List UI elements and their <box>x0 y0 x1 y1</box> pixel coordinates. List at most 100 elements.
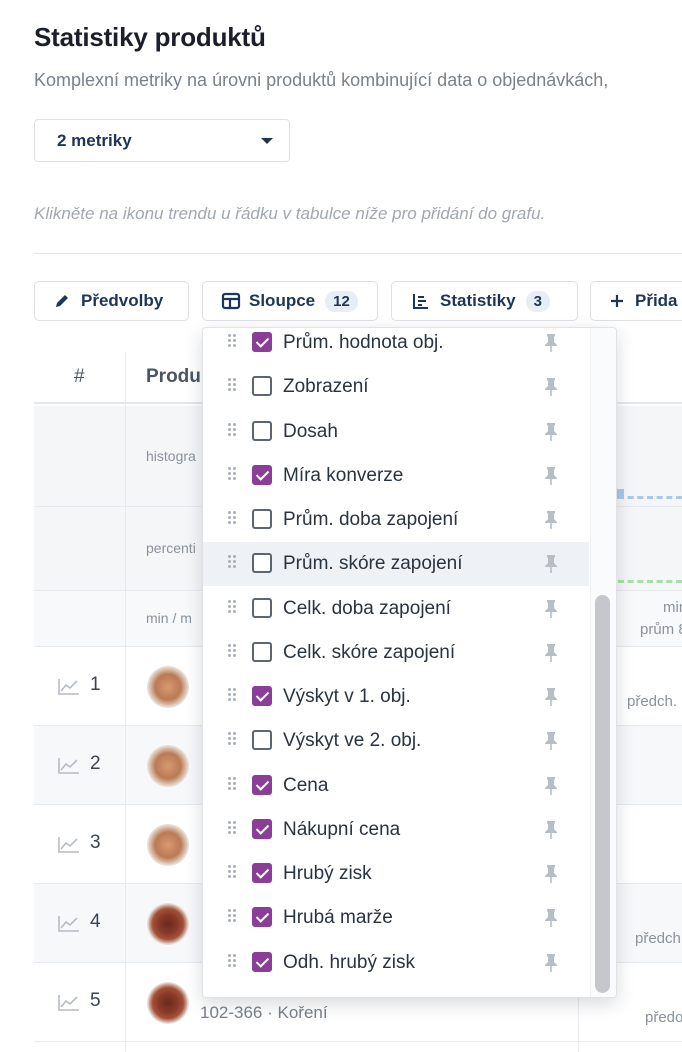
page-subtitle: Komplexní metriky na úrovni produktů kom… <box>34 70 609 90</box>
stat-right-text: prům 8 <box>640 621 682 638</box>
pin-icon[interactable] <box>543 687 559 707</box>
bar-chart-icon <box>413 294 428 309</box>
column-checkbox[interactable] <box>252 420 272 441</box>
column-option[interactable]: Dosah <box>203 410 589 454</box>
column-option[interactable]: Výskyt v 1. obj. <box>203 675 589 719</box>
trend-icon[interactable] <box>58 993 80 1011</box>
column-option[interactable]: Hrubá marže <box>203 896 589 940</box>
column-checkbox[interactable] <box>252 641 272 662</box>
pin-icon[interactable] <box>543 554 559 574</box>
drag-handle-icon[interactable] <box>228 643 238 660</box>
plus-icon <box>611 295 623 307</box>
pin-icon[interactable] <box>543 776 559 796</box>
drag-handle-icon[interactable] <box>228 466 238 483</box>
pin-icon[interactable] <box>543 908 559 928</box>
column-option-label: Výskyt ve 2. obj. <box>283 730 422 752</box>
drag-handle-icon[interactable] <box>228 776 238 793</box>
row-number: 1 <box>90 674 101 695</box>
column-checkbox[interactable] <box>252 774 272 795</box>
column-checkbox[interactable] <box>252 863 272 883</box>
columns-label: Sloupce <box>249 291 316 310</box>
pin-icon[interactable] <box>543 599 559 619</box>
column-divider <box>125 352 126 1052</box>
column-option-label: Hrubý zisk <box>283 863 372 884</box>
drag-handle-icon[interactable] <box>228 511 238 527</box>
columns-button[interactable]: Sloupce 12 <box>202 281 378 321</box>
column-option-label: Cena <box>283 774 329 796</box>
drag-handle-icon[interactable] <box>228 820 238 837</box>
product-thumbnail <box>148 825 188 865</box>
histogram-mean-line <box>618 496 682 499</box>
presets-button[interactable]: Předvolby <box>34 281 189 321</box>
column-checkbox[interactable] <box>252 730 272 751</box>
column-header-number: # <box>74 366 85 387</box>
column-option-label: Nákupní cena <box>283 818 401 840</box>
column-checkbox[interactable] <box>252 376 272 397</box>
product-thumbnail <box>148 904 188 944</box>
scrollbar-thumb[interactable] <box>595 595 610 993</box>
pencil-icon <box>56 295 68 307</box>
drag-handle-icon[interactable] <box>228 599 238 616</box>
column-option[interactable]: Prům. skóre zapojení <box>203 542 589 587</box>
pin-icon[interactable] <box>543 731 559 751</box>
drag-handle-icon[interactable] <box>228 688 238 704</box>
drag-handle-icon[interactable] <box>228 422 238 439</box>
column-option[interactable]: Prům. doba zapojení <box>203 498 589 542</box>
column-checkbox[interactable] <box>252 818 272 839</box>
page-title: Statistiky produktů <box>34 22 266 52</box>
trend-icon[interactable] <box>58 835 80 853</box>
drag-handle-icon[interactable] <box>228 732 238 748</box>
pin-icon[interactable] <box>543 820 559 840</box>
column-option[interactable]: Nákupní cena <box>203 808 589 852</box>
column-option[interactable]: Cena <box>203 764 589 808</box>
trend-icon[interactable] <box>58 677 80 695</box>
column-checkbox[interactable] <box>252 509 272 529</box>
column-option[interactable]: Zobrazení <box>203 365 589 409</box>
drag-handle-icon[interactable] <box>228 555 238 571</box>
columns-icon <box>221 292 241 310</box>
columns-count-badge: 12 <box>325 290 358 312</box>
row-number: 4 <box>90 911 101 932</box>
column-option-label: Celk. skóre zapojení <box>283 641 456 663</box>
pin-icon[interactable] <box>543 643 559 663</box>
pin-icon[interactable] <box>543 864 559 884</box>
pin-icon[interactable] <box>543 377 559 397</box>
trend-icon[interactable] <box>58 756 80 774</box>
column-checkbox[interactable] <box>252 553 272 574</box>
column-checkbox[interactable] <box>252 686 272 706</box>
column-option[interactable]: Celk. skóre zapojení <box>203 631 589 675</box>
pin-icon[interactable] <box>543 333 559 353</box>
column-checkbox[interactable] <box>252 597 272 618</box>
columns-dropdown: Odh. hrubý zisk Hrubá marže Hrubý zisk Náku… <box>202 327 617 998</box>
column-option-label: Celk. doba zapojení <box>283 597 451 619</box>
pin-icon[interactable] <box>543 953 559 973</box>
pin-icon[interactable] <box>543 510 559 530</box>
column-option-label: Odh. hrubý zisk <box>283 951 415 973</box>
column-option[interactable]: Hrubý zisk <box>203 852 589 896</box>
metrics-select[interactable]: 2 metriky <box>34 119 290 162</box>
pin-icon[interactable] <box>543 466 559 486</box>
column-checkbox[interactable] <box>252 332 272 352</box>
metrics-select-value: 2 metriky <box>57 131 132 150</box>
add-button[interactable]: Přida <box>590 281 682 321</box>
column-option[interactable]: Prům. hodnota obj. <box>203 328 589 365</box>
column-checkbox[interactable] <box>252 951 272 972</box>
statistics-count-badge: 3 <box>525 290 550 312</box>
column-option[interactable]: Celk. doba zapojení <box>203 587 589 631</box>
trend-icon[interactable] <box>58 914 80 932</box>
row-number: 2 <box>90 753 101 774</box>
column-checkbox[interactable] <box>252 464 272 485</box>
pin-icon[interactable] <box>543 422 559 442</box>
drag-handle-icon[interactable] <box>228 865 238 881</box>
column-checkbox[interactable] <box>252 907 272 928</box>
drag-handle-icon[interactable] <box>228 334 238 350</box>
drag-handle-icon[interactable] <box>228 378 238 394</box>
column-option[interactable]: Míra konverze <box>203 454 589 498</box>
column-option[interactable]: Odh. hrubý zisk <box>203 941 589 985</box>
statistics-button[interactable]: Statistiky 3 <box>391 281 578 321</box>
drag-handle-icon[interactable] <box>228 953 238 970</box>
column-option[interactable]: Výskyt ve 2. obj. <box>203 719 589 763</box>
column-option-label: Výskyt v 1. obj. <box>283 686 411 707</box>
column-header-product[interactable]: Produ <box>146 366 201 388</box>
drag-handle-icon[interactable] <box>228 909 238 925</box>
